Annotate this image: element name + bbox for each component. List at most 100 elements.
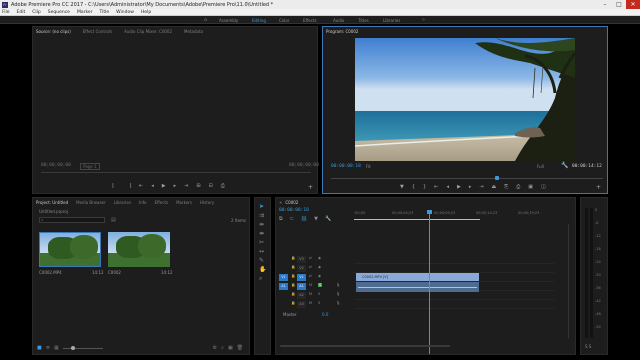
sync-lock-icon[interactable]: ⇄ xyxy=(309,265,312,269)
project-search-input[interactable]: ⌕ xyxy=(39,217,105,223)
more-workspaces-icon[interactable]: » xyxy=(422,17,425,23)
zoom-tool-icon[interactable]: ⌕ xyxy=(259,274,266,283)
add-marker-icon[interactable]: ▼ xyxy=(400,184,404,190)
timeline-vertical-scrollbar[interactable] xyxy=(568,224,571,338)
tab-audio-clip-mixer[interactable]: Audio Clip Mixer: C0002 xyxy=(124,29,172,34)
menu-help[interactable]: Help xyxy=(141,10,151,15)
track-lane-v2[interactable] xyxy=(354,265,554,273)
linked-selection-icon[interactable]: ⛓ xyxy=(301,216,307,222)
source-add-button-icon[interactable]: + xyxy=(308,184,313,191)
track-select-tool-icon[interactable]: ⇉ xyxy=(259,211,266,220)
solo-icon[interactable]: S xyxy=(318,283,323,287)
project-sequence-name[interactable]: C0002 xyxy=(108,270,121,275)
program-scrubber[interactable] xyxy=(331,176,603,180)
pen-tool-icon[interactable]: ✎ xyxy=(259,256,266,265)
delete-icon[interactable]: 🗑 xyxy=(237,345,243,351)
tab-metadata[interactable]: Metadata xyxy=(184,29,203,34)
timeline-horizontal-scrollbar[interactable] xyxy=(276,344,456,348)
track-lane-a2[interactable] xyxy=(354,292,554,300)
lock-track-icon[interactable]: 🔒 xyxy=(291,256,295,260)
workspace-tab-audio[interactable]: Audio xyxy=(333,18,344,23)
project-clip-name[interactable]: C0002.MP4 xyxy=(39,270,62,275)
find-icon[interactable]: ⌕ xyxy=(221,345,224,351)
menu-window[interactable]: Window xyxy=(116,10,134,15)
source-timecode[interactable]: 00;00;00;00 xyxy=(41,163,71,168)
mark-in-icon[interactable]: { xyxy=(412,184,415,190)
menu-title[interactable]: Title xyxy=(100,10,110,15)
mute-icon[interactable]: M xyxy=(309,301,312,305)
ripple-edit-tool-icon[interactable]: ⇹ xyxy=(259,220,266,229)
tab-media-browser[interactable]: Media Browser xyxy=(76,200,106,205)
source-page-dropdown[interactable]: Page 1 xyxy=(80,163,100,170)
menu-clip[interactable]: Clip xyxy=(32,10,41,15)
step-forward-icon[interactable]: ▸ xyxy=(174,183,177,189)
nest-icon[interactable]: ⧉ xyxy=(279,216,283,222)
track-lane-a3[interactable] xyxy=(354,301,554,309)
sync-lock-icon[interactable]: ⇄ xyxy=(309,256,312,260)
extract-icon[interactable]: ⎘ xyxy=(504,184,508,190)
toggle-output-eye-icon[interactable]: ◉ xyxy=(318,274,321,278)
tab-history[interactable]: History xyxy=(200,200,214,205)
voice-over-record-icon[interactable]: 🎙 xyxy=(336,292,340,296)
workspace-tab-effects[interactable]: Effects xyxy=(303,18,317,23)
timeline-video-clip[interactable]: C0002.MP4 [V] xyxy=(356,273,479,281)
timeline-timecode[interactable]: 00:00:08:18 xyxy=(279,208,309,213)
workspace-tab-color[interactable]: Color xyxy=(279,18,289,23)
tab-sequence[interactable]: C0002 xyxy=(285,200,298,205)
track-lane-v3[interactable] xyxy=(354,256,554,264)
solo-icon[interactable]: S xyxy=(318,292,320,296)
lock-track-icon[interactable]: 🔒 xyxy=(291,301,295,305)
slip-tool-icon[interactable]: ↔ xyxy=(259,247,266,256)
voice-over-record-icon[interactable]: 🎙 xyxy=(336,283,340,287)
track-target-a2[interactable]: A2 xyxy=(297,292,306,299)
tab-source[interactable]: Source: (no clips) xyxy=(36,29,71,34)
step-back-icon[interactable]: ◂ xyxy=(151,183,154,189)
maximize-button[interactable]: □ xyxy=(612,0,626,9)
tab-info[interactable]: Info xyxy=(139,200,147,205)
list-view-icon[interactable]: ≣ xyxy=(46,345,50,351)
play-icon[interactable]: ▶ xyxy=(457,184,461,190)
selection-tool-icon[interactable]: ➤ xyxy=(259,202,266,211)
mark-in-icon[interactable]: ⎸ xyxy=(113,183,118,189)
project-clip-thumbnail[interactable] xyxy=(39,232,101,267)
master-volume-value[interactable]: 0.0 xyxy=(322,312,328,317)
timeline-playhead[interactable] xyxy=(427,210,432,354)
timeline-audio-clip[interactable] xyxy=(356,282,479,292)
menu-marker[interactable]: Marker xyxy=(77,10,93,15)
export-frame-icon[interactable]: ⎙ xyxy=(221,183,225,189)
new-bin-icon[interactable]: ▤ xyxy=(111,217,116,223)
toggle-output-eye-icon[interactable]: ◉ xyxy=(318,265,321,269)
export-frame-icon[interactable]: ⎙ xyxy=(516,184,520,190)
rolling-edit-tool-icon[interactable]: ⇼ xyxy=(259,229,266,238)
snap-icon[interactable]: ⊂ xyxy=(290,216,294,222)
menu-file[interactable]: File xyxy=(2,10,10,15)
lock-track-icon[interactable]: 🔒 xyxy=(291,292,295,296)
source-scrubber[interactable] xyxy=(41,172,311,173)
lock-track-icon[interactable]: 🔒 xyxy=(291,265,295,269)
lock-track-icon[interactable]: 🔒 xyxy=(291,274,295,278)
menu-edit[interactable]: Edit xyxy=(17,10,26,15)
project-sequence-thumbnail[interactable] xyxy=(108,232,170,267)
timeline-settings-icon[interactable]: 🔧 xyxy=(325,216,331,222)
tab-markers[interactable]: Markers xyxy=(176,200,192,205)
track-target-a3[interactable]: A3 xyxy=(297,301,306,308)
program-playhead[interactable] xyxy=(494,176,499,180)
tab-program[interactable]: Program: C0002 xyxy=(326,29,358,34)
play-icon[interactable]: ▶ xyxy=(162,183,166,189)
tab-libraries[interactable]: Libraries xyxy=(114,200,131,205)
wrench-icon[interactable]: 🔧 xyxy=(561,162,568,169)
program-timecode[interactable]: 00:00:08:18 xyxy=(331,164,361,169)
tab-effects[interactable]: Effects xyxy=(155,200,169,205)
lift-icon[interactable]: ⏏ xyxy=(492,184,497,190)
workspace-tab-titles[interactable]: Titles xyxy=(358,18,369,23)
close-button[interactable]: ✕ xyxy=(626,0,640,9)
mute-icon[interactable]: M xyxy=(309,292,312,296)
close-tab-icon[interactable]: ✕ xyxy=(279,200,282,205)
minimize-button[interactable]: – xyxy=(598,0,612,9)
insert-icon[interactable]: ⊞ xyxy=(196,183,200,189)
program-add-button-icon[interactable]: + xyxy=(596,184,601,191)
solo-icon[interactable]: S xyxy=(318,301,320,305)
source-patch-a1[interactable]: A1 xyxy=(279,283,288,290)
go-to-out-icon[interactable]: ⇥ xyxy=(479,184,483,190)
go-to-out-icon[interactable]: ⇥ xyxy=(184,183,188,189)
